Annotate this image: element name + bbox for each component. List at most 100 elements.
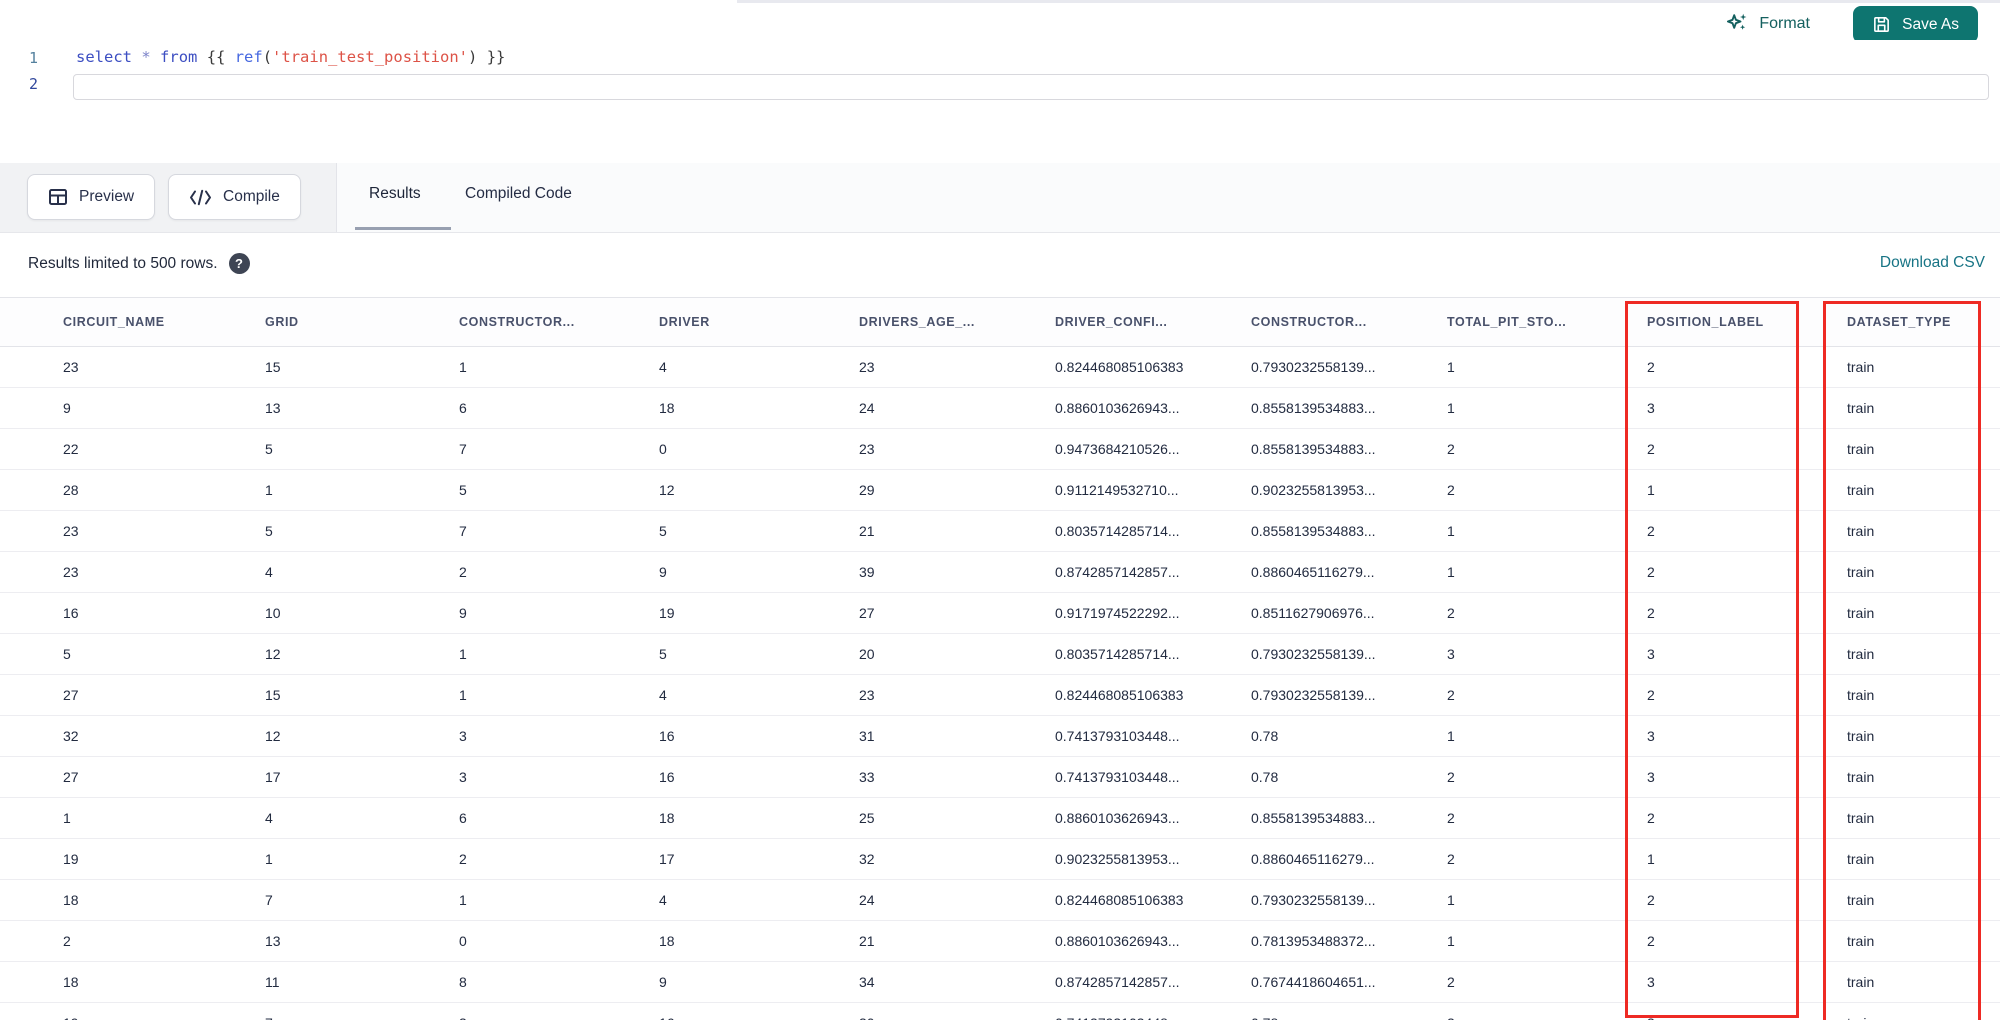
code-brackets-icon	[189, 189, 212, 206]
column-header-driver-confi: DRIVER_CONFI...	[1055, 315, 1168, 329]
code-editor[interactable]: 1 2 select * from {{ ref('train_test_pos…	[0, 40, 2000, 163]
compile-label: Compile	[223, 188, 280, 205]
table-cell: 27	[859, 605, 875, 621]
table-cell: 2	[1647, 892, 1655, 908]
table-cell: 0.8558139534883...	[1251, 523, 1376, 539]
table-cell: 7	[265, 892, 273, 908]
table-cell: 31	[859, 728, 875, 744]
download-csv-link[interactable]: Download CSV	[1880, 254, 1985, 272]
table-cell: train	[1847, 687, 1875, 703]
save-as-button[interactable]: Save As	[1853, 6, 1978, 43]
results-meta-bar: Results limited to 500 rows. ? Download …	[0, 233, 2000, 297]
table-cell: 28	[63, 482, 79, 498]
tab-compiled-code[interactable]: Compiled Code	[465, 185, 572, 203]
table-cell: 11	[265, 974, 280, 990]
column-header-driver: DRIVER	[659, 315, 710, 329]
table-cell: 4	[265, 810, 273, 826]
table-cell: 3	[1647, 769, 1655, 785]
active-tab-underline	[355, 227, 451, 230]
table-cell: 2	[459, 851, 467, 867]
table-cell: 0.824468085106383	[1055, 892, 1184, 908]
table-cell: 0.824468085106383	[1055, 359, 1184, 375]
format-button[interactable]: Format	[1726, 12, 1810, 35]
table-cell: train	[1847, 728, 1875, 744]
table-cell: 0.9171974522292...	[1055, 605, 1180, 621]
format-label: Format	[1759, 14, 1810, 32]
table-cell: 1	[459, 687, 467, 703]
table-cell: 17	[659, 851, 675, 867]
table-cell: 30	[846, 1015, 1042, 1020]
table-cell: 0.8860465116279...	[1251, 851, 1375, 867]
table-cell: 0.8860103626943...	[1055, 933, 1180, 949]
table-cell: train	[1847, 769, 1875, 785]
preview-button[interactable]: Preview	[27, 174, 156, 220]
table-cell: 1	[1447, 564, 1455, 580]
table-cell: 1	[1447, 359, 1455, 375]
table-row: 27 15 1 4 23 0.824468085106383 0.7930232558139…	[0, 675, 2000, 716]
sql-star-operator: *	[141, 48, 151, 66]
table-cell: train	[1847, 482, 1875, 498]
action-bar: Preview Compile Results Compiled Code	[0, 163, 2000, 233]
tab-results[interactable]: Results	[369, 185, 421, 203]
table-cell: train	[1847, 564, 1875, 580]
table-cell: 15	[265, 687, 281, 703]
table-cell: 6	[459, 810, 467, 826]
table-cell: 9	[659, 974, 667, 990]
table-cell: 2	[1647, 605, 1655, 621]
table-cell: train	[1847, 400, 1875, 416]
table-cell: 1	[63, 810, 71, 826]
table-cell: 15	[265, 359, 281, 375]
table-cell: 0.9023255813953...	[1251, 482, 1376, 498]
table-cell: 12	[265, 646, 281, 662]
table-cell: 4	[659, 359, 667, 375]
active-line-cursor-box[interactable]	[73, 74, 1989, 100]
table-cell: 3	[459, 728, 467, 744]
table-cell: 1	[1647, 482, 1655, 498]
table-cell: 1	[1447, 400, 1455, 416]
table-cell: 0.8558139534883...	[1251, 441, 1376, 457]
table-row: 5 12 1 5 20 0.8035714285714... 0.7930232558139…	[0, 634, 2000, 675]
table-cell: 2	[1447, 605, 1455, 621]
table-cell: 5	[659, 523, 667, 539]
line-number-1: 1	[28, 49, 38, 67]
table-cell: 0.7813953488372...	[1251, 933, 1376, 949]
table-cell: 33	[859, 769, 875, 785]
table-cell: 0.7930232558139...	[1251, 892, 1376, 908]
table-cell: 23	[63, 523, 79, 539]
results-limit-message: Results limited to 500 rows. ?	[28, 253, 250, 274]
table-cell: 2	[1647, 810, 1655, 826]
table-cell: 2	[1647, 687, 1655, 703]
table-cell: 16	[659, 769, 675, 785]
table-cell: 18	[63, 974, 79, 990]
table-cell: train	[1847, 933, 1875, 949]
table-cell: train	[1847, 810, 1875, 826]
table-cell: 13	[265, 933, 281, 949]
table-row: 18 11 8 9 34 0.8742857142857... 0.767441860465…	[0, 962, 2000, 1003]
table-cell: 1	[1647, 851, 1655, 867]
table-cell: 18	[659, 810, 675, 826]
table-cell: 2	[1447, 441, 1455, 457]
table-cell: train	[1847, 974, 1875, 990]
table-cell: 16	[63, 605, 79, 621]
table-cell: 25	[859, 810, 875, 826]
help-icon[interactable]: ?	[228, 253, 250, 274]
code-line-1[interactable]: select * from {{ ref('train_test_positio…	[76, 48, 505, 66]
table-cell: 3	[1647, 646, 1655, 662]
column-header-circuit-name: CIRCUIT_NAME	[63, 315, 165, 329]
table-cell: 0.7413793103448...	[1055, 728, 1180, 744]
column-header-constructor: CONSTRUCTOR...	[1251, 315, 1367, 329]
table-cell: 8	[459, 974, 467, 990]
table-cell: 0.8035714285714...	[1055, 646, 1180, 662]
table-cell: 2	[1647, 359, 1655, 375]
sparkles-icon	[1726, 12, 1749, 35]
compile-button[interactable]: Compile	[168, 174, 301, 220]
table-cell: 18	[659, 400, 675, 416]
table-cell: 23	[63, 564, 79, 580]
table-cell: train	[1847, 359, 1875, 375]
table-cell: 2	[1447, 974, 1455, 990]
ref-function: ref	[234, 48, 263, 66]
table-row: 22 5 7 0 23 0.9473684210526... 0.8558139534883…	[0, 429, 2000, 470]
table-cell: 23	[63, 359, 79, 375]
